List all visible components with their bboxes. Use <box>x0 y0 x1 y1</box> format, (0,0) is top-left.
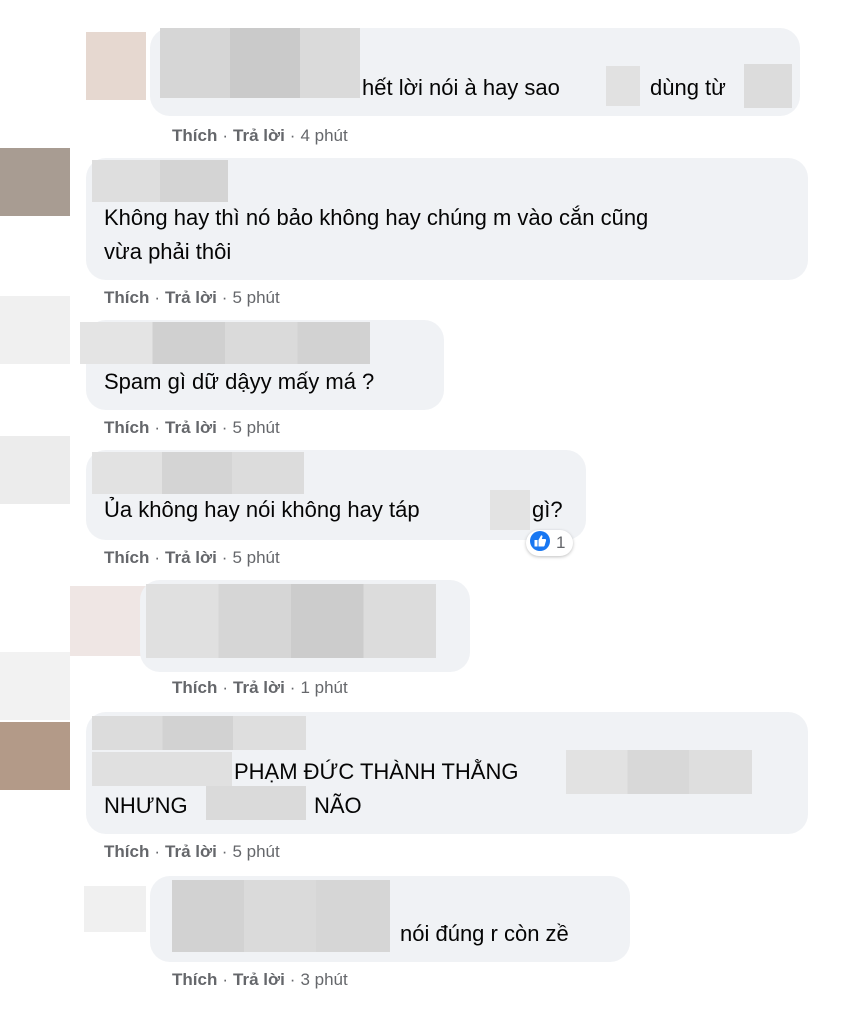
timestamp[interactable]: 5 phút <box>232 288 279 307</box>
avatar[interactable] <box>86 32 146 100</box>
comment-text: Không hay thì nó bảo không hay chúng m v… <box>104 205 649 230</box>
redacted-name <box>92 716 306 750</box>
timestamp[interactable]: 3 phút <box>300 970 347 989</box>
reply-link[interactable]: Trả lời <box>233 970 285 989</box>
redacted-name <box>92 452 304 494</box>
reaction-count: 1 <box>556 533 566 552</box>
comment-text: nói đúng r còn zề <box>400 921 569 946</box>
timestamp[interactable]: 1 phút <box>300 678 347 697</box>
like-link[interactable]: Thích <box>172 970 217 989</box>
reply-link[interactable]: Trả lời <box>233 678 285 697</box>
comment-text-tail: dùng từ <box>650 75 726 100</box>
like-link[interactable]: Thích <box>104 418 149 437</box>
avatar[interactable] <box>84 886 146 932</box>
reply-link[interactable]: Trả lời <box>165 548 217 567</box>
comment-actions: Thích · Trả lời · 5 phút <box>104 288 280 307</box>
comment-actions: Thích · Trả lời · 3 phút <box>172 970 348 989</box>
comment-text: hết lời nói à hay sao <box>362 75 560 100</box>
avatar[interactable] <box>0 722 70 790</box>
redacted-name <box>80 322 370 364</box>
comment-text: NÃO <box>314 793 362 818</box>
reply-link[interactable]: Trả lời <box>165 418 217 437</box>
reply-link[interactable]: Trả lời <box>233 126 285 145</box>
avatar[interactable] <box>0 148 70 216</box>
timestamp[interactable]: 5 phút <box>232 842 279 861</box>
redacted-name <box>172 880 390 952</box>
timestamp[interactable]: 4 phút <box>300 126 347 145</box>
like-link[interactable]: Thích <box>104 288 149 307</box>
redacted-word <box>206 786 306 820</box>
comment-text: Ủa không hay nói không hay táp <box>104 497 420 522</box>
redacted-word <box>92 752 232 786</box>
comment-actions: Thích · Trả lời · 5 phút <box>104 548 280 567</box>
comment-text: PHẠM ĐỨC THÀNH THẰNG <box>234 759 519 784</box>
avatar[interactable] <box>70 586 146 656</box>
redacted-word <box>490 490 530 530</box>
avatar[interactable] <box>0 652 70 720</box>
comment-actions: Thích · Trả lời · 5 phút <box>104 418 280 437</box>
comment-text: NHƯNG <box>104 793 188 818</box>
like-link[interactable]: Thích <box>104 842 149 861</box>
comment-actions: Thích · Trả lời · 5 phút <box>104 842 280 861</box>
redacted-name <box>92 160 228 202</box>
redacted-content <box>146 584 436 658</box>
comment-actions: Thích · Trả lời · 4 phút <box>172 126 348 145</box>
comment-actions: Thích · Trả lời · 1 phút <box>172 678 348 697</box>
like-link[interactable]: Thích <box>104 548 149 567</box>
redacted-word <box>744 64 792 108</box>
comment-text: Spam gì dữ dậyy mấy má ? <box>104 369 375 394</box>
redacted-name <box>160 28 360 98</box>
like-icon <box>529 530 551 557</box>
reply-link[interactable]: Trả lời <box>165 842 217 861</box>
reaction-badge[interactable]: 1 <box>526 530 574 557</box>
reply-link[interactable]: Trả lời <box>165 288 217 307</box>
comment-text-tail: gì? <box>532 497 563 522</box>
redacted-word <box>566 750 752 794</box>
redacted-word <box>606 66 640 106</box>
avatar[interactable] <box>0 436 70 504</box>
avatar[interactable] <box>0 296 70 364</box>
like-link[interactable]: Thích <box>172 678 217 697</box>
timestamp[interactable]: 5 phút <box>232 418 279 437</box>
timestamp[interactable]: 5 phút <box>232 548 279 567</box>
comment-text: vừa phải thôi <box>104 239 232 264</box>
like-link[interactable]: Thích <box>172 126 217 145</box>
